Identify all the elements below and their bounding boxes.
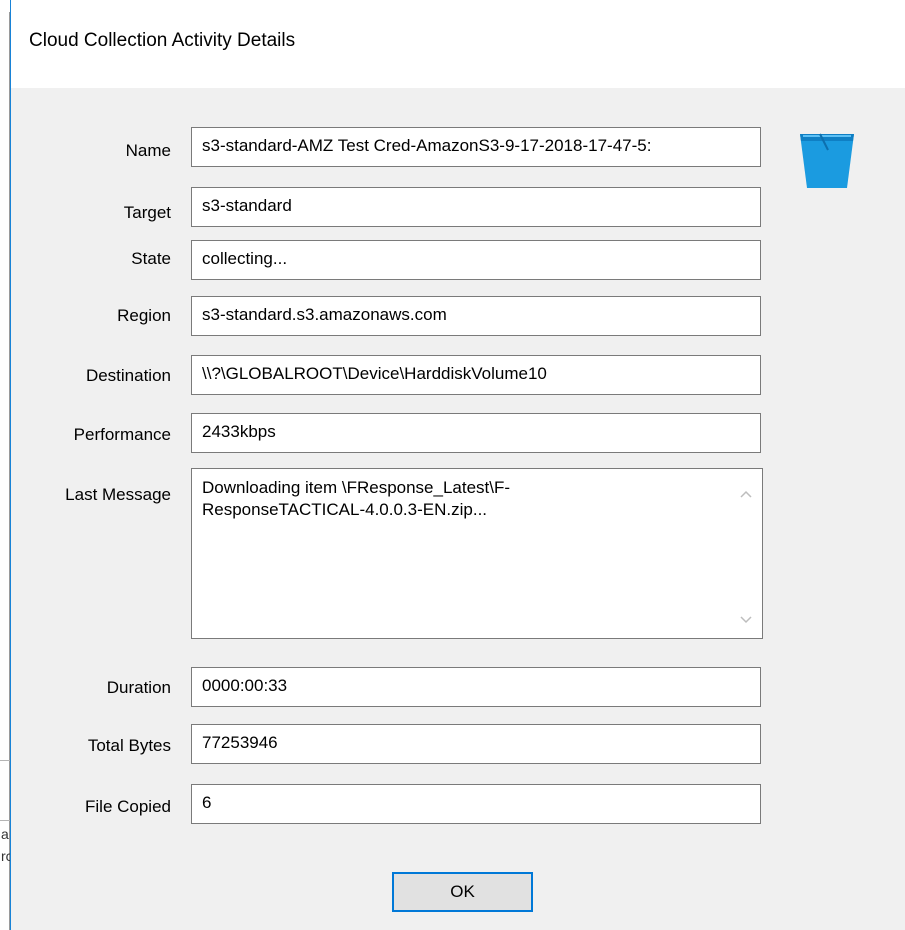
name-field[interactable]: s3-standard-AMZ Test Cred-AmazonS3-9-17-… bbox=[191, 127, 761, 167]
last-message-scrollbar[interactable] bbox=[732, 469, 762, 638]
region-label: Region bbox=[117, 306, 171, 325]
total-bytes-field[interactable]: 77253946 bbox=[191, 724, 761, 764]
target-field[interactable]: s3-standard bbox=[191, 187, 761, 227]
bucket-icon bbox=[800, 133, 854, 188]
ok-button[interactable]: OK bbox=[392, 872, 533, 912]
performance-field[interactable]: 2433kbps bbox=[191, 413, 761, 453]
performance-label: Performance bbox=[73, 425, 171, 444]
background-divider bbox=[0, 820, 10, 821]
destination-label: Destination bbox=[85, 366, 171, 385]
target-label: Target bbox=[123, 203, 171, 222]
last-message-line: Downloading item \FResponse_Latest\F- bbox=[202, 478, 511, 497]
last-message-label: Last Message bbox=[65, 485, 171, 504]
background-window-left bbox=[0, 12, 10, 930]
last-message-textarea[interactable]: Downloading item \FResponse_Latest\F- Re… bbox=[191, 468, 763, 639]
background-text: a bbox=[1, 826, 9, 842]
file-copied-label: File Copied bbox=[85, 797, 171, 816]
scroll-up-icon[interactable] bbox=[739, 487, 753, 501]
total-bytes-label: Total Bytes bbox=[87, 736, 171, 755]
scroll-down-icon[interactable] bbox=[739, 613, 753, 627]
activity-details-dialog: Cloud Collection Activity Details Name s… bbox=[10, 0, 905, 930]
duration-label: Duration bbox=[106, 678, 171, 697]
duration-field[interactable]: 0000:00:33 bbox=[191, 667, 761, 707]
state-field[interactable]: collecting... bbox=[191, 240, 761, 280]
dialog-titlebar: Cloud Collection Activity Details bbox=[11, 0, 905, 88]
region-field[interactable]: s3-standard.s3.amazonaws.com bbox=[191, 296, 761, 336]
file-copied-field[interactable]: 6 bbox=[191, 784, 761, 824]
name-label: Name bbox=[125, 141, 171, 160]
last-message-line: ResponseTACTICAL-4.0.0.3-EN.zip... bbox=[202, 500, 488, 519]
background-divider bbox=[0, 760, 10, 761]
destination-field[interactable]: \\?\GLOBALROOT\Device\HarddiskVolume10 bbox=[191, 355, 761, 395]
last-message-text: Downloading item \FResponse_Latest\F- Re… bbox=[202, 477, 722, 521]
dialog-title: Cloud Collection Activity Details bbox=[29, 30, 296, 51]
state-label: State bbox=[131, 249, 171, 268]
